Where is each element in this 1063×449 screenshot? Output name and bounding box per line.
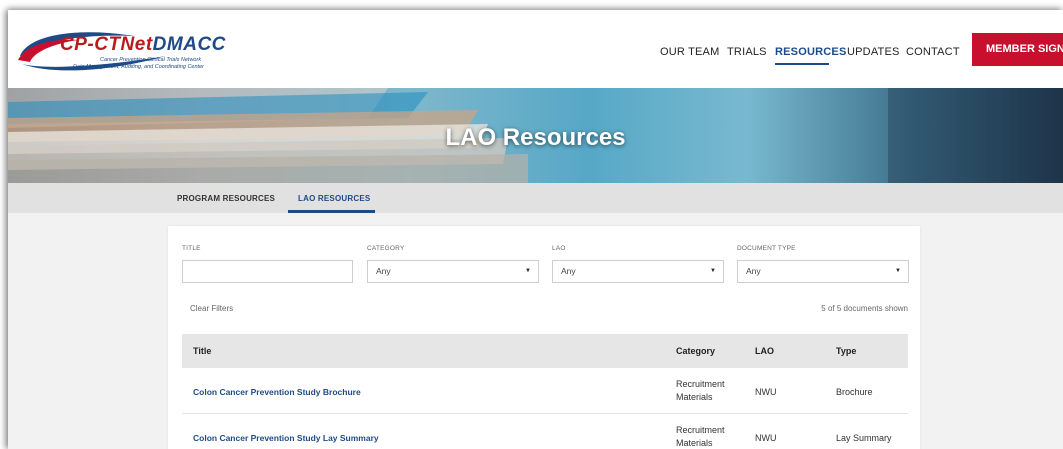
column-header-title[interactable]: Title (193, 346, 211, 356)
member-signin-button[interactable]: MEMBER SIGNIN (972, 33, 1063, 66)
logo-subtitle-1: Cancer Prevention Clinical Trials Networ… (100, 57, 202, 63)
site-header: CP-CTNetDMACC Cancer Prevention Clinical… (8, 10, 1063, 88)
category-filter-select[interactable]: Any ▼ (367, 260, 539, 283)
documents-count: 5 of 5 documents shown (821, 304, 908, 313)
nav-resources[interactable]: RESOURCES (775, 46, 846, 58)
document-title-link[interactable]: Colon Cancer Prevention Study Lay Summar… (193, 433, 379, 443)
lao-filter-value: Any (561, 266, 576, 276)
category-filter-value: Any (376, 266, 391, 276)
category-filter-label: CATEGORY (367, 245, 405, 252)
page-title: LAO Resources (445, 124, 626, 151)
tab-program-resources[interactable]: PROGRAM RESOURCES (177, 194, 275, 203)
caret-down-icon: ▼ (710, 268, 716, 274)
clear-filters-link[interactable]: Clear Filters (190, 304, 233, 313)
tab-lao-resources[interactable]: LAO RESOURCES (298, 194, 370, 203)
nav-active-underline (775, 63, 829, 65)
caret-down-icon: ▼ (895, 268, 901, 274)
lao-filter-select[interactable]: Any ▼ (552, 260, 724, 283)
nav-our-team[interactable]: OUR TEAM (660, 46, 719, 58)
table-header: Title Category LAO Type (182, 334, 908, 368)
table-row: Colon Cancer Prevention Study Brochure R… (182, 368, 908, 414)
caret-down-icon: ▼ (525, 268, 531, 274)
document-type-filter-select[interactable]: Any ▼ (737, 260, 909, 283)
document-type: Brochure (836, 387, 873, 397)
document-category: Recruitment Materials (676, 425, 725, 448)
column-header-type[interactable]: Type (836, 346, 856, 356)
document-type-filter-label: DOCUMENT TYPE (737, 245, 796, 252)
tab-active-underline (288, 210, 375, 213)
title-filter-input[interactable] (182, 260, 353, 283)
logo-name-part1: CP-CTNet (60, 34, 153, 55)
nav-contact[interactable]: CONTACT (906, 46, 960, 58)
document-lao: NWU (755, 433, 777, 443)
hero-banner: LAO Resources (8, 88, 1063, 183)
logo-name-part2: DMACC (152, 34, 226, 55)
documents-card: TITLE CATEGORY Any ▼ LAO Any ▼ DOCUMENT … (168, 226, 920, 449)
column-header-category[interactable]: Category (676, 346, 715, 356)
table-row: Colon Cancer Prevention Study Lay Summar… (182, 414, 908, 449)
logo-wordmark: CP-CTNetDMACC (60, 34, 226, 56)
site-logo[interactable]: CP-CTNetDMACC Cancer Prevention Clinical… (16, 26, 225, 76)
nav-updates[interactable]: UPDATES (847, 46, 900, 58)
document-type: Lay Summary (836, 433, 892, 443)
column-header-lao[interactable]: LAO (755, 346, 774, 356)
document-category: Recruitment Materials (676, 379, 725, 402)
title-filter-label: TITLE (182, 245, 201, 252)
document-type-filter-value: Any (746, 266, 761, 276)
nav-trials[interactable]: TRIALS (727, 46, 767, 58)
document-title-link[interactable]: Colon Cancer Prevention Study Brochure (193, 387, 361, 397)
document-lao: NWU (755, 387, 777, 397)
resource-tabs: PROGRAM RESOURCES LAO RESOURCES (8, 183, 1063, 213)
logo-subtitle-2: Data Management, Auditing, and Coordinat… (73, 64, 204, 70)
browser-page: CP-CTNetDMACC Cancer Prevention Clinical… (8, 10, 1063, 449)
lao-filter-label: LAO (552, 245, 566, 252)
